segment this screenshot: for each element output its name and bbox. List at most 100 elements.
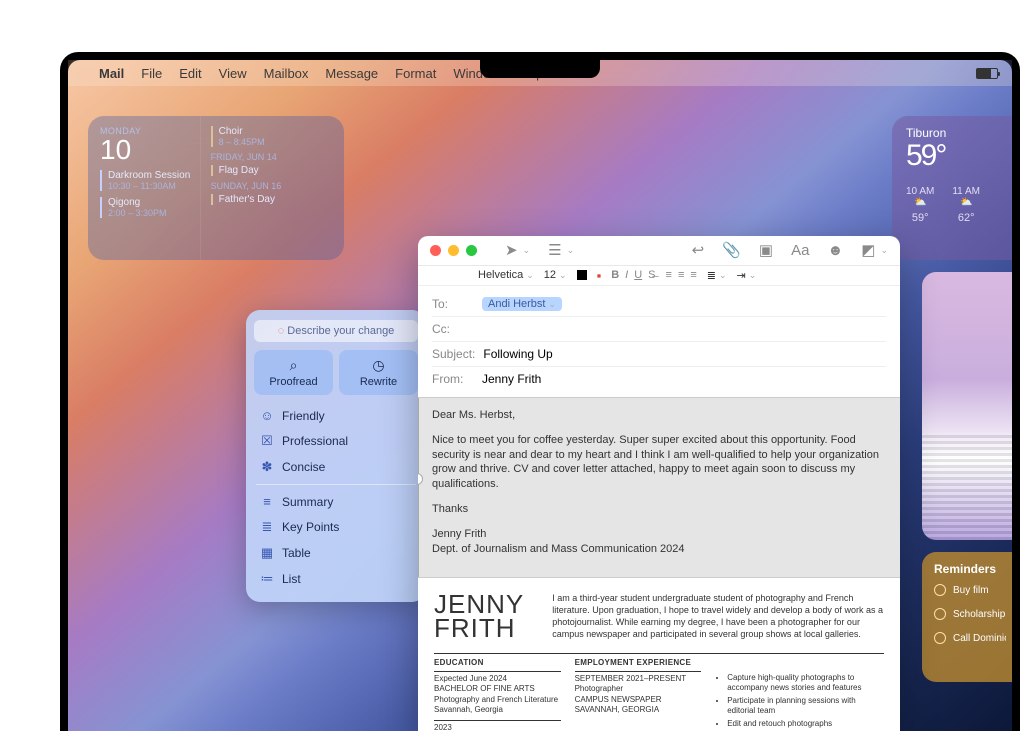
menubar-message[interactable]: Message bbox=[325, 66, 378, 81]
rewrite-button[interactable]: ◷Rewrite bbox=[339, 350, 418, 395]
circle-icon[interactable] bbox=[934, 584, 946, 596]
grid-icon: ▦ bbox=[260, 545, 274, 561]
circle-icon[interactable] bbox=[934, 632, 946, 644]
size-select[interactable]: 12⌄ bbox=[544, 269, 567, 281]
sparkle-icon: ✽ bbox=[260, 459, 274, 475]
tone-friendly[interactable]: ☺Friendly bbox=[254, 403, 418, 428]
body-greeting: Dear Ms. Herbst, bbox=[432, 408, 886, 423]
lines-icon: ≡ bbox=[260, 494, 274, 509]
search-icon: ⌕ bbox=[258, 357, 329, 374]
list-icon: ≔ bbox=[260, 571, 274, 587]
attach-icon[interactable]: 📎 bbox=[722, 241, 741, 259]
reminder-item[interactable]: Scholarship bbox=[934, 608, 1006, 620]
format-icon[interactable]: Aa bbox=[791, 242, 809, 259]
chevron-down-icon[interactable]: ⌄ bbox=[567, 245, 575, 256]
subject-input[interactable]: Following Up bbox=[483, 347, 552, 361]
photo-widget[interactable] bbox=[922, 272, 1012, 540]
to-label: To: bbox=[432, 297, 474, 311]
subject-label: Subject: bbox=[432, 347, 475, 361]
reminders-title: Reminders bbox=[934, 562, 1006, 576]
experience-heading: EMPLOYMENT EXPERIENCE bbox=[575, 658, 702, 667]
smile-icon: ☺ bbox=[260, 408, 274, 423]
cc-label: Cc: bbox=[432, 322, 474, 336]
day-number: 10 bbox=[100, 136, 192, 164]
menubar-file[interactable]: File bbox=[141, 66, 162, 81]
zoom-button[interactable] bbox=[466, 245, 477, 256]
calendar-section: FRIDAY, JUN 14 bbox=[211, 152, 334, 162]
recipient-chip[interactable]: Andi Herbst ⌄ bbox=[482, 297, 562, 311]
notch bbox=[480, 60, 600, 78]
reply-icon[interactable]: ↩ bbox=[692, 241, 705, 259]
calendar-event: Choir 8 – 8:45PM bbox=[211, 126, 334, 147]
indent-select[interactable]: ⇥⌄ bbox=[737, 269, 757, 282]
weather-hour: 11 AM ⛅ 62° bbox=[952, 186, 980, 224]
reminders-widget[interactable]: Reminders Buy film Scholarship Call Domi… bbox=[922, 552, 1012, 682]
meter-icon: ◷ bbox=[343, 357, 414, 374]
resume-bio: I am a third-year student undergraduate … bbox=[552, 592, 884, 641]
format-keypoints[interactable]: ≣Key Points bbox=[254, 514, 418, 540]
tone-concise[interactable]: ✽Concise bbox=[254, 454, 418, 480]
italic-button[interactable]: I bbox=[625, 269, 628, 281]
describe-change-input[interactable]: ◌ Describe your change bbox=[254, 320, 418, 342]
cloud-icon: ⛅ bbox=[906, 197, 934, 208]
menubar-app[interactable]: Mail bbox=[99, 66, 124, 81]
underline-button[interactable]: U bbox=[634, 269, 642, 281]
titlebar: ➤ ⌄ ☰ ⌄ ↩ 📎 ▣ Aa ☻ ◩ ⌄ bbox=[418, 236, 900, 266]
calendar-event: Darkroom Session 10:30 – 11:30AM bbox=[100, 170, 192, 191]
weather-widget[interactable]: Tiburon 59° 10 AM ⛅ 59° 11 AM ⛅ 62° bbox=[892, 116, 1012, 260]
format-list[interactable]: ≔List bbox=[254, 566, 418, 592]
calendar-event: Qigong 2:00 – 3:30PM bbox=[100, 197, 192, 218]
emoji-icon[interactable]: ☻ bbox=[827, 242, 843, 259]
body-paragraph: Nice to meet you for coffee yesterday. S… bbox=[432, 433, 886, 492]
signature-dept: Dept. of Journalism and Mass Communicati… bbox=[432, 543, 685, 555]
close-button[interactable] bbox=[430, 245, 441, 256]
menubar-edit[interactable]: Edit bbox=[179, 66, 201, 81]
proofread-button[interactable]: ⌕Proofread bbox=[254, 350, 333, 395]
format-table[interactable]: ▦Table bbox=[254, 540, 418, 566]
calendar-event: Father's Day bbox=[211, 194, 334, 205]
format-summary[interactable]: ≡Summary bbox=[254, 489, 418, 514]
experience-bullets: Capture high-quality photographs to acco… bbox=[715, 673, 884, 731]
weather-hour: 10 AM ⛅ 59° bbox=[906, 186, 934, 224]
align-right-icon[interactable]: ≡ bbox=[690, 269, 696, 281]
weather-city: Tiburon bbox=[906, 126, 1006, 140]
highlight-color[interactable]: ▪ bbox=[597, 268, 602, 283]
calendar-widget[interactable]: MONDAY 10 Darkroom Session 10:30 – 11:30… bbox=[88, 116, 344, 260]
cloud-icon: ⛅ bbox=[952, 197, 980, 208]
strike-button[interactable]: S̶ bbox=[648, 269, 655, 281]
resume-name: JENNYFRITH bbox=[434, 592, 524, 641]
align-left-icon[interactable]: ≡ bbox=[666, 269, 672, 281]
font-select[interactable]: Helvetica⌄ bbox=[478, 269, 534, 281]
from-value[interactable]: Jenny Frith bbox=[482, 372, 541, 386]
header-fields-icon[interactable]: ☰ bbox=[548, 241, 561, 259]
menubar-format[interactable]: Format bbox=[395, 66, 436, 81]
chevron-down-icon[interactable]: ⌄ bbox=[880, 245, 888, 256]
laptop-frame: Mail File Edit View Mailbox Message Form… bbox=[60, 52, 1020, 731]
compose-window: ➤ ⌄ ☰ ⌄ ↩ 📎 ▣ Aa ☻ ◩ ⌄ Helvetica⌄ 12⌄ ▪ B bbox=[418, 236, 900, 731]
battery-icon[interactable] bbox=[976, 68, 998, 79]
briefcase-icon: ☒ bbox=[260, 433, 274, 449]
menubar-mailbox[interactable]: Mailbox bbox=[264, 66, 309, 81]
chevron-down-icon[interactable]: ⌄ bbox=[523, 245, 531, 256]
align-center-icon[interactable]: ≡ bbox=[678, 269, 684, 281]
markup-icon[interactable]: ◩ bbox=[861, 241, 875, 259]
calendar-section: SUNDAY, JUN 16 bbox=[211, 181, 334, 191]
calendar-event: Flag Day bbox=[211, 165, 334, 176]
selection-handle[interactable] bbox=[418, 398, 419, 577]
message-body[interactable]: Dear Ms. Herbst, Nice to meet you for co… bbox=[418, 397, 900, 578]
list-select[interactable]: ≣⌄ bbox=[707, 269, 727, 282]
from-label: From: bbox=[432, 372, 474, 386]
circle-icon[interactable] bbox=[934, 608, 946, 620]
bold-button[interactable]: B bbox=[611, 269, 619, 281]
photo-icon[interactable]: ▣ bbox=[759, 241, 773, 259]
menubar-view[interactable]: View bbox=[219, 66, 247, 81]
reminder-item[interactable]: Call Dominic bbox=[934, 632, 1006, 644]
desktop: Mail File Edit View Mailbox Message Form… bbox=[68, 60, 1012, 731]
tone-professional[interactable]: ☒Professional bbox=[254, 428, 418, 454]
reminder-item[interactable]: Buy film bbox=[934, 584, 1006, 596]
writing-tools-popover: ◌ Describe your change ⌕Proofread ◷Rewri… bbox=[246, 310, 426, 602]
text-color[interactable] bbox=[577, 270, 587, 280]
body-thanks: Thanks bbox=[432, 502, 886, 517]
send-icon[interactable]: ➤ bbox=[505, 241, 518, 259]
minimize-button[interactable] bbox=[448, 245, 459, 256]
